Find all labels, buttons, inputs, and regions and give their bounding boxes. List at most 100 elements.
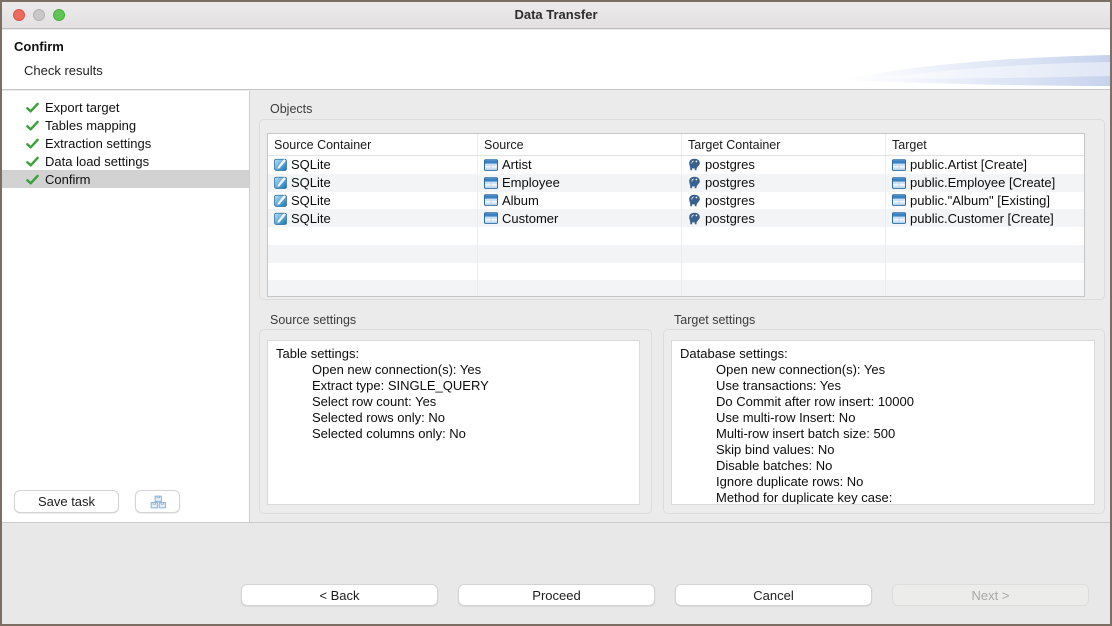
cell-source: Album (502, 193, 539, 208)
objects-section-label: Objects (270, 102, 312, 116)
check-icon (26, 137, 39, 150)
table-icon (484, 194, 498, 206)
table-row-empty (268, 280, 1084, 297)
settings-line: Multi-row insert batch size: 500 (680, 426, 1086, 442)
table-row-employee[interactable]: SQLite Employee postgres public.Employee… (268, 174, 1084, 192)
table-row-artist[interactable]: SQLite Artist postgres public.Artist [Cr… (268, 156, 1084, 174)
target-settings-groupbox: Database settings: Open new connection(s… (663, 329, 1105, 514)
settings-line: Open new connection(s): Yes (276, 362, 631, 378)
source-settings-section-label: Source settings (270, 313, 356, 327)
table-icon (892, 194, 906, 206)
cell-target-container: postgres (705, 211, 755, 226)
window-title: Data Transfer (2, 7, 1110, 22)
objects-table-header: Source Container Source Target Container… (268, 134, 1084, 156)
titlebar[interactable]: Data Transfer (2, 2, 1110, 29)
back-button[interactable]: < Back (241, 584, 438, 606)
check-icon (26, 101, 39, 114)
postgres-database-icon (688, 158, 701, 171)
target-settings-section-label: Target settings (674, 313, 755, 327)
step-data-load-settings[interactable]: Data load settings (2, 152, 249, 170)
cell-source-container: SQLite (291, 211, 331, 226)
cell-source: Artist (502, 157, 532, 172)
column-header-source[interactable]: Source (478, 134, 682, 155)
page-subtitle: Check results (24, 63, 103, 78)
column-header-target[interactable]: Target (886, 134, 1084, 155)
step-label: Confirm (45, 172, 91, 187)
cell-source-container: SQLite (291, 175, 331, 190)
postgres-database-icon (688, 176, 701, 189)
sqlite-connection-icon (274, 194, 287, 207)
settings-line: Use multi-row Insert: No (680, 410, 1086, 426)
settings-line: Database settings: (680, 346, 1086, 362)
wizard-steps-sidebar: Export target Tables mapping Extraction … (2, 91, 250, 522)
table-icon (892, 159, 906, 171)
cell-target-container: postgres (705, 175, 755, 190)
column-header-target-container[interactable]: Target Container (682, 134, 886, 155)
step-tables-mapping[interactable]: Tables mapping (2, 116, 249, 134)
page-title: Confirm (14, 39, 64, 54)
settings-line: Method for duplicate key case: (680, 490, 1086, 505)
cell-target-container: postgres (705, 193, 755, 208)
task-variables-button[interactable] (135, 490, 180, 513)
source-settings-groupbox: Table settings: Open new connection(s): … (259, 329, 652, 514)
sqlite-connection-icon (274, 158, 287, 171)
target-settings-text[interactable]: Database settings: Open new connection(s… (671, 340, 1095, 505)
cell-source-container: SQLite (291, 193, 331, 208)
boxes-icon (150, 495, 166, 509)
objects-table[interactable]: Source Container Source Target Container… (267, 133, 1085, 297)
settings-line: Extract type: SINGLE_QUERY (276, 378, 631, 394)
postgres-database-icon (688, 194, 701, 207)
cell-target: public.Employee [Create] (910, 175, 1055, 190)
step-export-target[interactable]: Export target (2, 98, 249, 116)
objects-groupbox: Source Container Source Target Container… (259, 119, 1105, 300)
proceed-button[interactable]: Proceed (458, 584, 655, 606)
table-icon (484, 212, 498, 224)
cell-source: Customer (502, 211, 558, 226)
column-header-source-container[interactable]: Source Container (268, 134, 478, 155)
decorative-swoosh (840, 30, 1110, 88)
cancel-button[interactable]: Cancel (675, 584, 872, 606)
cell-target: public.Artist [Create] (910, 157, 1027, 172)
table-icon (892, 177, 906, 189)
source-settings-text[interactable]: Table settings: Open new connection(s): … (267, 340, 640, 505)
step-label: Extraction settings (45, 136, 151, 151)
next-button[interactable]: Next > (892, 584, 1089, 606)
wizard-header: Confirm Check results (2, 30, 1110, 90)
step-confirm[interactable]: Confirm (2, 170, 249, 188)
sqlite-connection-icon (274, 212, 287, 225)
table-row-empty (268, 227, 1084, 245)
check-icon (26, 173, 39, 186)
cell-target: public."Album" [Existing] (910, 193, 1050, 208)
settings-line: Do Commit after row insert: 10000 (680, 394, 1086, 410)
sqlite-connection-icon (274, 176, 287, 189)
main-panel: Objects Source Container Source Target C… (251, 91, 1112, 522)
settings-line: Select row count: Yes (276, 394, 631, 410)
settings-line: Skip bind values: No (680, 442, 1086, 458)
settings-line: Table settings: (276, 346, 631, 362)
table-icon (484, 177, 498, 189)
objects-table-body: SQLite Artist postgres public.Artist [Cr… (268, 156, 1084, 297)
table-row-album[interactable]: SQLite Album postgres public."Album" [Ex… (268, 192, 1084, 210)
settings-line: Selected columns only: No (276, 426, 631, 442)
check-icon (26, 155, 39, 168)
settings-line: Open new connection(s): Yes (680, 362, 1086, 378)
step-label: Data load settings (45, 154, 149, 169)
step-label: Export target (45, 100, 119, 115)
cell-target-container: postgres (705, 157, 755, 172)
settings-line: Use transactions: Yes (680, 378, 1086, 394)
step-label: Tables mapping (45, 118, 136, 133)
settings-line: Ignore duplicate rows: No (680, 474, 1086, 490)
table-row-empty (268, 263, 1084, 281)
check-icon (26, 119, 39, 132)
postgres-database-icon (688, 212, 701, 225)
data-transfer-dialog: Data Transfer Confirm Check results Expo… (0, 0, 1112, 626)
table-row-customer[interactable]: SQLite Customer postgres public.Customer… (268, 209, 1084, 227)
table-row-empty (268, 245, 1084, 263)
step-extraction-settings[interactable]: Extraction settings (2, 134, 249, 152)
cell-source-container: SQLite (291, 157, 331, 172)
settings-line: Selected rows only: No (276, 410, 631, 426)
cell-target: public.Customer [Create] (910, 211, 1054, 226)
dialog-footer: < Back Proceed Cancel Next > (2, 522, 1110, 626)
save-task-button[interactable]: Save task (14, 490, 119, 513)
settings-line: Disable batches: No (680, 458, 1086, 474)
